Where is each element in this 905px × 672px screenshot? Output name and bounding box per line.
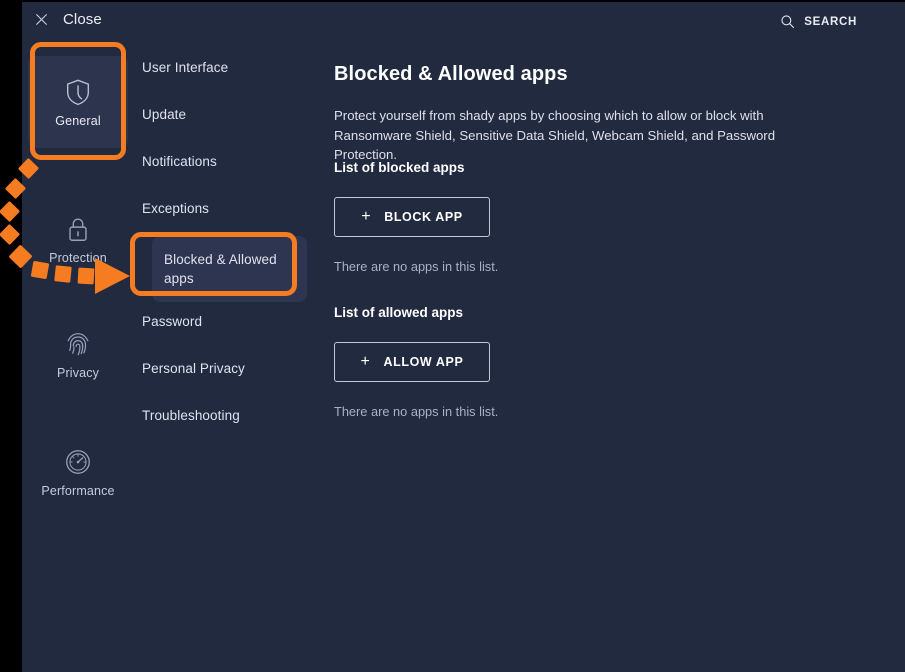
subnav-item-troubleshooting[interactable]: Troubleshooting <box>142 406 318 425</box>
rail-item-protection[interactable]: Protection <box>28 193 128 285</box>
subnav-item-blocked-and-allowed-apps[interactable]: Blocked & Allowed apps <box>152 236 307 302</box>
blocked-apps-empty-message: There are no apps in this list. <box>334 259 499 274</box>
search-label: SEARCH <box>804 15 857 28</box>
screenshot-root: Close SEARCH General Protection Privacy … <box>0 0 905 672</box>
allowed-apps-empty-message: There are no apps in this list. <box>334 404 499 419</box>
search-magnifier-icon <box>781 15 795 29</box>
rail-label-general: General <box>55 113 101 128</box>
primary-nav-rail: General Protection Privacy Performance <box>22 46 134 672</box>
plus-icon: + <box>361 207 372 225</box>
plus-icon: + <box>360 352 371 370</box>
close-label: Close <box>63 11 102 28</box>
close-button[interactable]: Close <box>34 11 102 28</box>
subnav-item-password[interactable]: Password <box>142 312 318 331</box>
rail-item-privacy[interactable]: Privacy <box>28 308 128 400</box>
settings-window: Close SEARCH General Protection Privacy … <box>22 2 905 672</box>
allow-app-button-label: ALLOW APP <box>383 355 464 369</box>
block-app-button[interactable]: + BLOCK APP <box>334 197 490 237</box>
page-description: Protect yourself from shady apps by choo… <box>334 108 776 162</box>
lock-icon <box>69 218 87 241</box>
rail-item-general[interactable]: General <box>28 56 128 148</box>
blocked-apps-section-title: List of blocked apps <box>334 160 465 175</box>
subnav-item-user-interface[interactable]: User Interface <box>142 58 318 77</box>
shield-icon <box>66 79 90 105</box>
rail-label-privacy: Privacy <box>56 365 100 380</box>
secondary-nav: User Interface Update Notifications Exce… <box>134 46 334 672</box>
main-content: Blocked & Allowed apps Protect yourself … <box>334 46 905 672</box>
allowed-apps-section-title: List of allowed apps <box>334 305 464 320</box>
page-title: Blocked & Allowed apps <box>334 63 568 85</box>
subnav-item-personal-privacy[interactable]: Personal Privacy <box>142 359 318 378</box>
window-topbar: Close SEARCH <box>22 2 905 46</box>
subnav-item-notifications[interactable]: Notifications <box>142 152 318 171</box>
subnav-item-update[interactable]: Update <box>142 105 318 124</box>
rail-label-performance: Performance <box>41 483 115 498</box>
block-app-button-label: BLOCK APP <box>384 210 463 224</box>
fingerprint-icon <box>67 332 89 355</box>
close-x-icon <box>35 13 48 26</box>
search-button[interactable]: SEARCH <box>780 14 857 29</box>
allow-app-button[interactable]: + ALLOW APP <box>334 342 490 382</box>
subnav-item-exceptions[interactable]: Exceptions <box>142 199 318 218</box>
rail-label-protection: Protection <box>49 250 107 265</box>
speedometer-icon <box>66 449 90 474</box>
rail-item-performance[interactable]: Performance <box>28 426 128 518</box>
